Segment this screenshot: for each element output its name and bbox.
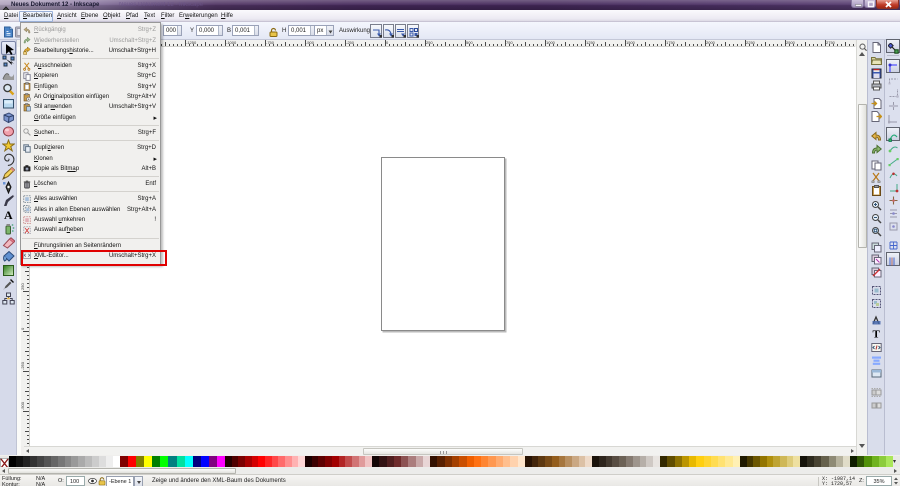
- svg-text:A: A: [4, 208, 13, 221]
- svg-text:T: T: [873, 329, 881, 340]
